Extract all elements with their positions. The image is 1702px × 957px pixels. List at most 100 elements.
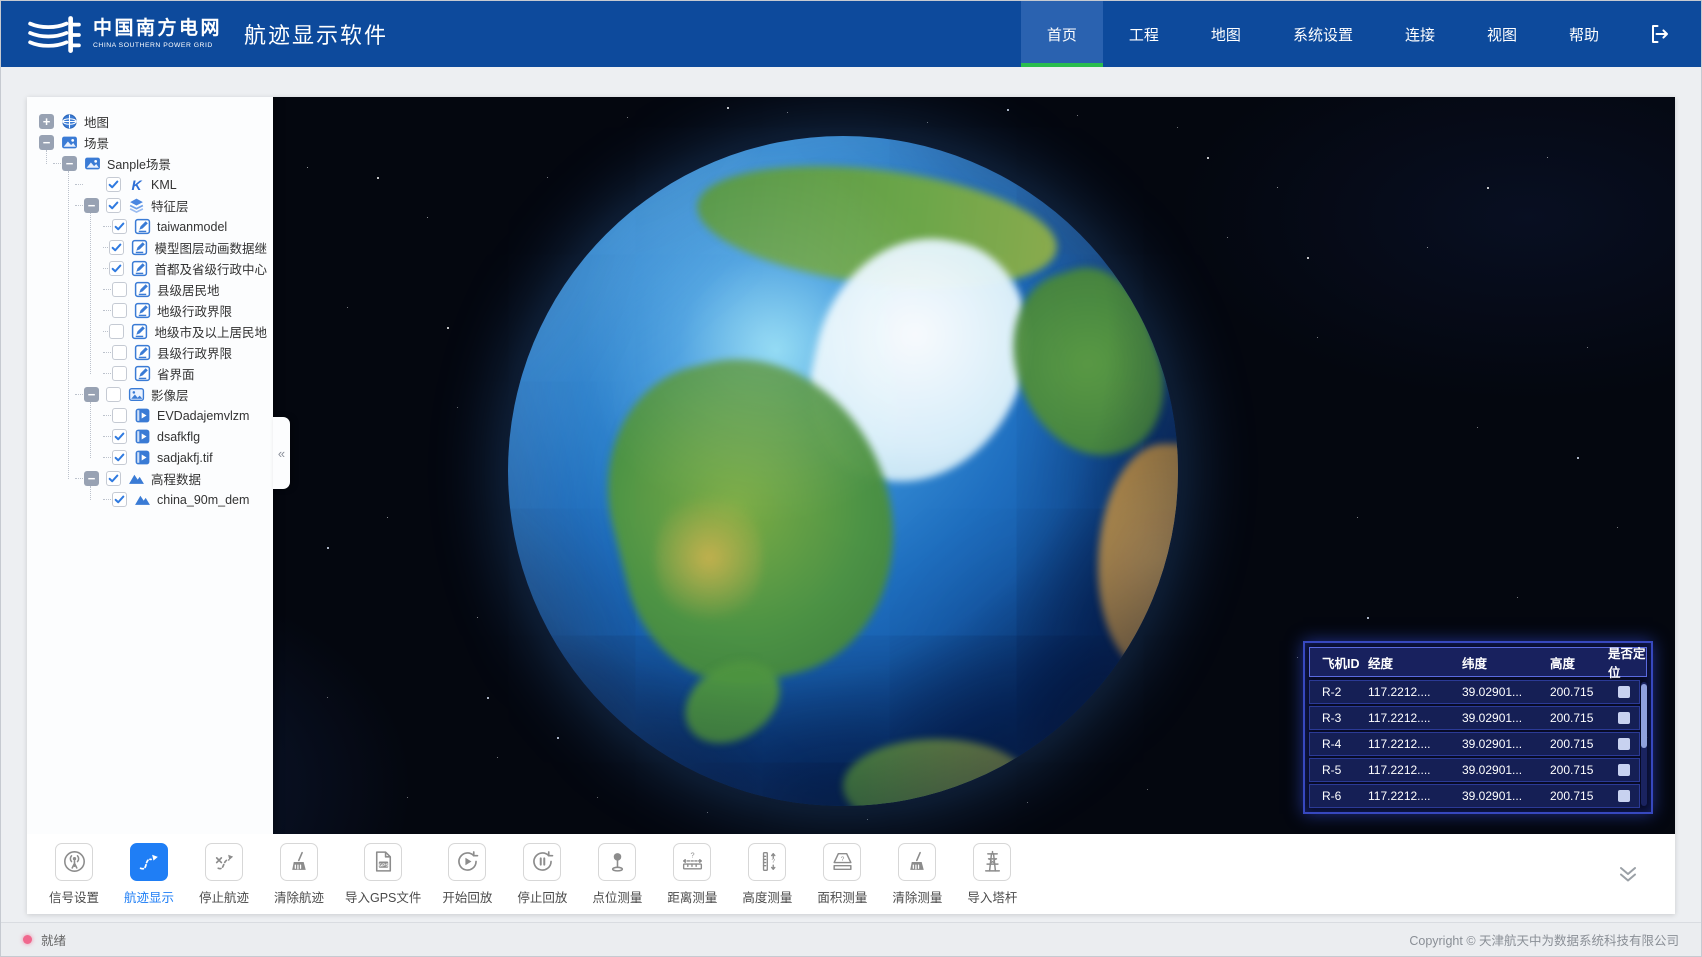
csg-logo-icon xyxy=(27,13,81,55)
tree-item[interactable]: sadjakfj.tif xyxy=(27,447,267,468)
nav-item-help[interactable]: 帮助 xyxy=(1543,1,1625,67)
earth-globe[interactable] xyxy=(508,136,1178,806)
checkbox-unchecked[interactable] xyxy=(109,324,124,339)
area-measure-button[interactable]: ? 面积测量 xyxy=(813,843,871,906)
checkbox-checked[interactable] xyxy=(112,450,127,465)
located-checkbox[interactable] xyxy=(1618,764,1630,776)
tree-item[interactable]: 县级行政界限 xyxy=(27,342,267,363)
collapse-icon[interactable]: − xyxy=(84,471,99,486)
height-measure-button[interactable]: ?高度测量 xyxy=(738,843,796,906)
tree-item[interactable]: dsafkflg xyxy=(27,426,267,447)
toolbar-collapse-button[interactable] xyxy=(1615,861,1641,887)
brand-name-cn: 中国南方电网 xyxy=(93,19,222,40)
sidebar-collapse-button[interactable]: « xyxy=(273,417,290,489)
start-playback-button[interactable]: 开始回放 xyxy=(438,843,496,906)
nav-item-home[interactable]: 首页 xyxy=(1021,1,1103,67)
stop-playback-button[interactable]: 停止回放 xyxy=(513,843,571,906)
app-window: { "header": { "logo": { "cn": "中国南方电网", … xyxy=(0,0,1702,957)
collapse-icon[interactable]: − xyxy=(39,135,54,150)
clear-measure-button[interactable]: 清除测量 xyxy=(888,843,946,906)
table-scrollbar-thumb[interactable] xyxy=(1641,684,1647,748)
checkbox-unchecked[interactable] xyxy=(112,303,127,318)
stop-track-button[interactable]: 停止航迹 xyxy=(195,843,253,906)
toolbar-button-label: 面积测量 xyxy=(817,887,867,906)
logout-button[interactable] xyxy=(1625,1,1701,67)
located-checkbox[interactable] xyxy=(1618,686,1630,698)
flight-table-header: 飞机ID经度纬度高度是否定位 xyxy=(1309,647,1647,677)
flight-table: 飞机ID经度纬度高度是否定位 R-2117.2212....39.02901..… xyxy=(1303,641,1653,814)
svg-text:?: ? xyxy=(771,858,775,865)
tree-guide xyxy=(103,373,111,374)
checkbox-checked[interactable] xyxy=(112,429,127,444)
flight-row[interactable]: R-3117.2212....39.02901...200.715 xyxy=(1309,706,1640,730)
tree-item[interactable]: 省界面 xyxy=(27,363,267,384)
tree-item[interactable]: 首都及省级行政中心 xyxy=(27,258,267,279)
doc-icon xyxy=(131,323,148,340)
signal-settings-icon xyxy=(55,843,93,881)
tree-item[interactable]: − Sanple场景 xyxy=(27,153,267,174)
checkbox-checked[interactable] xyxy=(109,261,124,276)
cell: R-6 xyxy=(1310,789,1368,803)
tree-item-label: 县级行政界限 xyxy=(157,343,232,362)
tree-item[interactable]: +地图 xyxy=(27,111,267,132)
imglayer-icon xyxy=(128,386,145,403)
tree-item-label: 省界面 xyxy=(157,364,195,383)
tree-item[interactable]: −场景 xyxy=(27,132,267,153)
located-checkbox[interactable] xyxy=(1618,738,1630,750)
checkbox-unchecked[interactable] xyxy=(106,387,121,402)
flight-row[interactable]: R-4117.2212....39.02901...200.715 xyxy=(1309,732,1640,756)
collapse-icon[interactable]: − xyxy=(62,156,77,171)
tree-item[interactable]: taiwanmodel xyxy=(27,216,267,237)
area-measure-icon: ? xyxy=(823,843,861,881)
map-viewport[interactable]: +地图−场景−Sanple场景KKML−特征层taiwanmodel模型图层动画… xyxy=(27,97,1675,834)
point-measure-button[interactable]: 点位测量 xyxy=(588,843,646,906)
expand-icon[interactable]: + xyxy=(39,114,54,129)
height-measure-icon: ? xyxy=(748,843,786,881)
import-tower-button[interactable]: 导入塔杆 xyxy=(963,843,1021,906)
checkbox-checked[interactable] xyxy=(106,198,121,213)
collapse-icon[interactable]: − xyxy=(84,387,99,402)
table-scrollbar[interactable] xyxy=(1641,682,1647,806)
nav-item-view[interactable]: 视图 xyxy=(1461,1,1543,67)
checkbox-checked[interactable] xyxy=(112,219,127,234)
tree-item-label: Sanple场景 xyxy=(107,154,171,173)
tree-item[interactable]: KKML xyxy=(27,174,267,195)
checkbox-unchecked[interactable] xyxy=(112,366,127,381)
tree-item[interactable]: −影像层 xyxy=(27,384,267,405)
status-dot-icon xyxy=(23,935,32,944)
tree-item[interactable]: 地级行政界限 xyxy=(27,300,267,321)
track-display-button[interactable]: 航迹显示 xyxy=(120,843,178,906)
flight-row[interactable]: R-2117.2212....39.02901...200.715 xyxy=(1309,680,1640,704)
tree-item[interactable]: 县级居民地 xyxy=(27,279,267,300)
checkbox-checked[interactable] xyxy=(112,492,127,507)
flight-row[interactable]: R-6117.2212....39.02901...200.715 xyxy=(1309,784,1640,808)
tree-item[interactable]: 地级市及以上居民地 xyxy=(27,321,267,342)
tree-item[interactable]: −特征层 xyxy=(27,195,267,216)
tree-item-label: KML xyxy=(151,178,177,192)
tree-item[interactable]: −高程数据 xyxy=(27,468,267,489)
clear-track-button[interactable]: 清除航迹 xyxy=(270,843,328,906)
distance-measure-button[interactable]: ?距离测量 xyxy=(663,843,721,906)
signal-settings-button[interactable]: 信号设置 xyxy=(45,843,103,906)
located-checkbox[interactable] xyxy=(1618,790,1630,802)
tree-item[interactable]: EVDadajemvlzm xyxy=(27,405,267,426)
flight-row[interactable]: R-5117.2212....39.02901...200.715 xyxy=(1309,758,1640,782)
located-checkbox[interactable] xyxy=(1618,712,1630,724)
checkbox-unchecked[interactable] xyxy=(112,345,127,360)
checkbox-unchecked[interactable] xyxy=(112,282,127,297)
nav-item-system-settings[interactable]: 系统设置 xyxy=(1267,1,1379,67)
import-gps-file-button[interactable]: GPS导入GPS文件 xyxy=(345,843,421,906)
toolbar-button-label: 信号设置 xyxy=(49,887,99,906)
nav-item-project[interactable]: 工程 xyxy=(1103,1,1185,67)
tree-item[interactable]: china_90m_dem xyxy=(27,489,267,510)
doc-icon xyxy=(134,344,151,361)
nav-item-connect[interactable]: 连接 xyxy=(1379,1,1461,67)
checkbox-checked[interactable] xyxy=(106,471,121,486)
collapse-icon[interactable]: − xyxy=(84,198,99,213)
tree-guide xyxy=(75,205,83,206)
checkbox-unchecked[interactable] xyxy=(112,408,127,423)
nav-item-map[interactable]: 地图 xyxy=(1185,1,1267,67)
checkbox-checked[interactable] xyxy=(106,177,121,192)
checkbox-checked[interactable] xyxy=(109,240,124,255)
tree-item[interactable]: 模型图层动画数据继 xyxy=(27,237,267,258)
